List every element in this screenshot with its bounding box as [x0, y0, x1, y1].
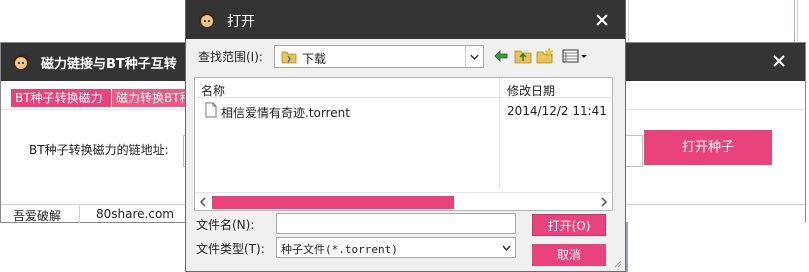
close-icon[interactable] — [594, 12, 610, 28]
background-window-edge — [626, 222, 806, 272]
look-in-label: 查找范围(I): — [198, 50, 263, 64]
back-arrow-icon[interactable] — [492, 47, 510, 65]
open-torrent-button[interactable]: 打开种子 — [644, 130, 772, 165]
file-row[interactable]: 相信爱情有奇迹.torrent 2014/12/2 11:41 — [195, 100, 612, 122]
view-menu-icon[interactable] — [562, 47, 588, 65]
status-separator — [79, 205, 80, 223]
document-icon — [205, 102, 217, 118]
filetype-select[interactable]: 种子文件(*.torrent) — [276, 237, 516, 258]
horizontal-scrollbar[interactable] — [195, 192, 612, 210]
file-name: 相信爱情有奇迹.torrent — [221, 106, 350, 120]
window-border — [794, 0, 795, 44]
status-right-text: 80share.com — [96, 207, 174, 221]
file-list[interactable]: 名称 修改日期 相信爱情有奇迹.torrent 2014/12/2 11:41 — [194, 77, 613, 211]
converter-title: 磁力链接与BT种子互转 — [41, 57, 177, 72]
status-left-text: 吾爱破解 — [13, 209, 62, 223]
filename-label: 文件名(N): — [196, 218, 255, 232]
scroll-left-icon[interactable] — [199, 197, 207, 207]
window-border — [797, 0, 798, 44]
app-logo-icon — [13, 54, 29, 70]
filename-input[interactable] — [276, 213, 516, 234]
close-icon[interactable] — [771, 53, 787, 69]
column-separator — [499, 78, 500, 190]
filetype-value: 种子文件(*.torrent) — [281, 243, 398, 256]
scroll-right-icon[interactable] — [600, 197, 608, 207]
scrollbar-thumb[interactable] — [212, 196, 454, 209]
tab-torrent-to-magnet[interactable]: BT种子转换磁力 — [11, 89, 111, 107]
chevron-down-icon[interactable] — [498, 238, 515, 257]
look-in-value: 下载 — [302, 52, 327, 66]
open-file-dialog: 打开 查找范围(I): 下载 名称 修改日期 相信爱情有奇迹.torrent 2… — [185, 0, 626, 272]
file-list-header: 名称 修改日期 — [195, 78, 612, 98]
filetype-label: 文件类型(T): — [196, 242, 265, 256]
dialog-title: 打开 — [227, 14, 255, 30]
cancel-button[interactable]: 取消 — [532, 244, 606, 266]
dialog-titlebar[interactable]: 打开 — [186, 0, 625, 39]
open-button[interactable]: 打开(O) — [532, 214, 606, 236]
new-folder-icon[interactable] — [536, 47, 554, 65]
file-date: 2014/12/2 11:41 — [507, 104, 607, 118]
magnet-link-label: BT种子转换磁力的链地址: — [29, 143, 169, 157]
app-logo-icon — [199, 12, 215, 28]
folder-icon — [281, 51, 297, 64]
resize-grip-icon[interactable] — [612, 258, 622, 268]
column-header-name[interactable]: 名称 — [201, 82, 225, 99]
background-window-edge — [628, 0, 798, 44]
up-folder-icon[interactable] — [514, 47, 532, 65]
window-border — [626, 222, 628, 272]
look-in-select[interactable]: 下载 — [274, 45, 484, 68]
column-header-date[interactable]: 修改日期 — [507, 82, 555, 99]
chevron-down-icon[interactable] — [465, 46, 483, 67]
